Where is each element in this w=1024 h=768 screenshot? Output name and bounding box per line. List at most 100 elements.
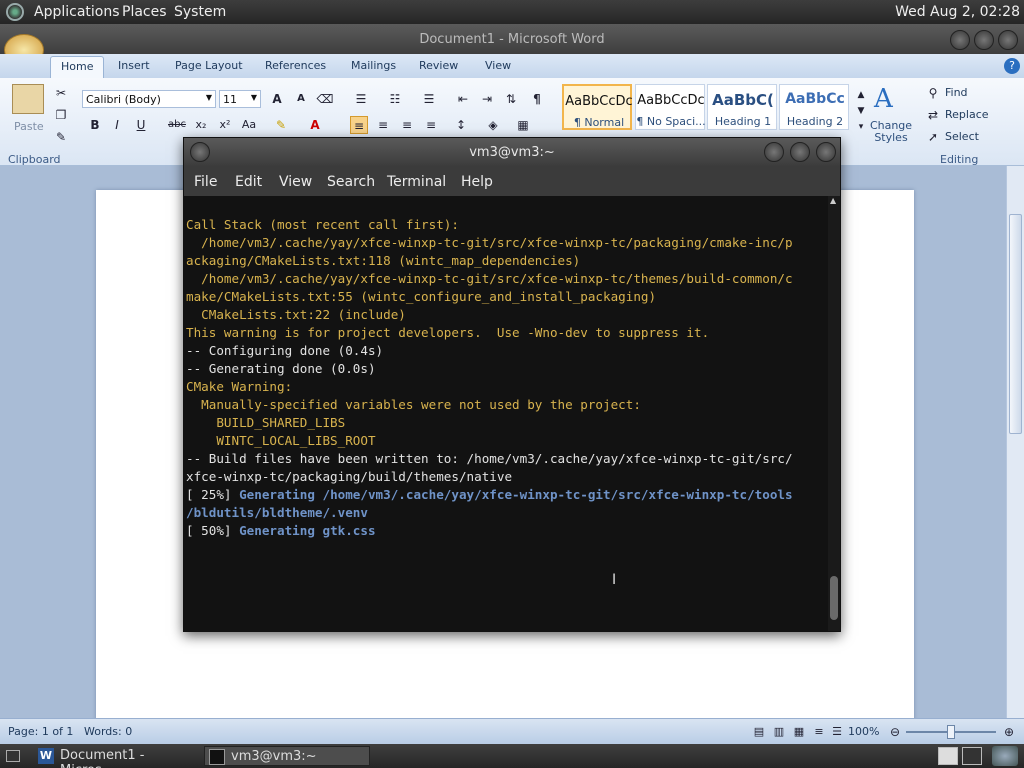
- progress-message: Generating /home/vm3/.cache/yay/xfce-win…: [239, 487, 793, 502]
- italic-icon[interactable]: I: [108, 116, 126, 134]
- tab-review[interactable]: Review: [419, 59, 458, 72]
- find-button[interactable]: Find: [945, 86, 968, 99]
- word-scroll-thumb[interactable]: [1009, 214, 1022, 434]
- format-painter-icon[interactable]: ✎: [52, 128, 70, 146]
- justify-icon[interactable]: ≡: [422, 116, 440, 134]
- superscript-icon[interactable]: x²: [216, 116, 234, 134]
- style-heading-2[interactable]: AaBbCc Heading 2: [779, 84, 849, 130]
- underline-icon[interactable]: U: [132, 116, 150, 134]
- change-styles-icon[interactable]: A: [874, 84, 893, 114]
- zoom-out-icon[interactable]: ⊖: [886, 723, 904, 741]
- tab-view[interactable]: View: [485, 59, 511, 72]
- tab-page-layout[interactable]: Page Layout: [175, 59, 243, 72]
- menu-search[interactable]: Search: [327, 174, 375, 190]
- menu-file[interactable]: File: [194, 174, 217, 190]
- tab-insert[interactable]: Insert: [118, 59, 150, 72]
- bottom-taskbar: W Document1 - Micros... vm3@vm3:~: [0, 744, 1024, 768]
- bold-icon[interactable]: B: [86, 116, 104, 134]
- terminal-scrollbar[interactable]: ▲: [828, 196, 840, 631]
- print-layout-icon[interactable]: ▤: [750, 723, 768, 741]
- word-minimize-button[interactable]: [950, 30, 970, 50]
- grow-font-icon[interactable]: A: [268, 90, 286, 108]
- shrink-font-icon[interactable]: A: [292, 90, 310, 108]
- align-right-icon[interactable]: ≡: [398, 116, 416, 134]
- zoom-in-icon[interactable]: ⊕: [1000, 723, 1018, 741]
- menu-terminal[interactable]: Terminal: [387, 174, 446, 190]
- tab-mailings[interactable]: Mailings: [351, 59, 396, 72]
- select-button[interactable]: Select: [945, 130, 979, 143]
- copy-icon[interactable]: ❐: [52, 106, 70, 124]
- zoom-slider-thumb[interactable]: [947, 725, 955, 739]
- menu-edit[interactable]: Edit: [235, 174, 262, 190]
- terminal-scroll-thumb[interactable]: [830, 576, 838, 620]
- font-color-icon[interactable]: A: [306, 116, 324, 134]
- multilevel-list-icon[interactable]: ☰: [420, 90, 438, 108]
- zoom-level[interactable]: 100%: [848, 725, 879, 738]
- pilcrow-icon[interactable]: ¶: [528, 90, 546, 108]
- word-titlebar[interactable]: Document1 - Microsoft Word: [0, 24, 1024, 54]
- change-case-icon[interactable]: Aa: [240, 116, 258, 134]
- terminal-minimize-button[interactable]: [764, 142, 784, 162]
- word-vertical-scrollbar[interactable]: [1006, 166, 1024, 718]
- draft-icon[interactable]: ☰: [828, 723, 846, 741]
- line-spacing-icon[interactable]: ↕: [452, 116, 470, 134]
- numbering-icon[interactable]: ☷: [386, 90, 404, 108]
- terminal-window: vm3@vm3:~ File Edit View Search Terminal…: [183, 137, 841, 632]
- applications-menu[interactable]: Applications: [34, 4, 120, 20]
- font-size-select[interactable]: 11 ▼: [219, 90, 261, 108]
- align-center-icon[interactable]: ≡: [374, 116, 392, 134]
- font-size-value: 11: [223, 93, 237, 106]
- paste-button[interactable]: Paste: [14, 120, 44, 133]
- change-styles-button[interactable]: Change Styles: [866, 120, 916, 144]
- full-screen-reading-icon[interactable]: ▥: [770, 723, 788, 741]
- bullets-icon[interactable]: ☰: [352, 90, 370, 108]
- workspace-1[interactable]: [938, 747, 958, 765]
- style-no-spacing[interactable]: AaBbCcDc ¶ No Spaci...: [635, 84, 706, 130]
- word-close-button[interactable]: [998, 30, 1018, 50]
- word-statusbar: Page: 1 of 1 Words: 0 ▤ ▥ ▦ ≡ ☰ 100% ⊖ ⊕: [0, 718, 1024, 744]
- taskbar-item-word[interactable]: W Document1 - Micros...: [34, 746, 202, 768]
- align-left-icon[interactable]: ≡: [350, 116, 368, 134]
- outline-icon[interactable]: ≡: [810, 723, 828, 741]
- paste-icon[interactable]: [12, 84, 44, 114]
- tab-references[interactable]: References: [265, 59, 326, 72]
- subscript-icon[interactable]: x₂: [192, 116, 210, 134]
- borders-icon[interactable]: ▦: [514, 116, 532, 134]
- cut-icon[interactable]: ✂: [52, 84, 70, 102]
- word-count[interactable]: Words: 0: [84, 725, 132, 738]
- web-layout-icon[interactable]: ▦: [790, 723, 808, 741]
- menu-help[interactable]: Help: [461, 174, 493, 190]
- style-normal[interactable]: AaBbCcDc ¶ Normal: [562, 84, 633, 130]
- tab-home[interactable]: Home: [50, 56, 105, 78]
- system-menu[interactable]: System: [174, 4, 226, 20]
- increase-indent-icon[interactable]: ⇥: [478, 90, 496, 108]
- clear-formatting-icon[interactable]: ⌫: [316, 90, 334, 108]
- terminal-line: /home/vm3/.cache/yay/xfce-winxp-tc-git/s…: [186, 235, 793, 250]
- strikethrough-icon[interactable]: abc: [168, 116, 186, 134]
- clock[interactable]: Wed Aug 2, 02:28: [895, 4, 1020, 20]
- help-icon[interactable]: ?: [1004, 58, 1020, 74]
- terminal-maximize-button[interactable]: [790, 142, 810, 162]
- terminal-output[interactable]: Call Stack (most recent call first): /ho…: [186, 216, 826, 630]
- terminal-titlebar[interactable]: vm3@vm3:~: [184, 138, 840, 166]
- taskbar-item-terminal[interactable]: vm3@vm3:~: [204, 746, 370, 766]
- replace-button[interactable]: Replace: [945, 108, 989, 121]
- style-heading-1[interactable]: AaBbC( Heading 1: [707, 84, 777, 130]
- shading-icon[interactable]: ◈: [484, 116, 502, 134]
- page-count[interactable]: Page: 1 of 1: [8, 725, 73, 738]
- gnome-logo-icon[interactable]: [6, 3, 24, 21]
- font-name-select[interactable]: Calibri (Body) ▼: [82, 90, 216, 108]
- style-sample: AaBbCcDc: [637, 93, 705, 108]
- scroll-up-icon[interactable]: ▲: [830, 196, 836, 205]
- highlight-icon[interactable]: ✎: [272, 116, 290, 134]
- terminal-close-button[interactable]: [816, 142, 836, 162]
- menu-view[interactable]: View: [279, 174, 312, 190]
- word-maximize-button[interactable]: [974, 30, 994, 50]
- sort-icon[interactable]: ⇅: [502, 90, 520, 108]
- show-desktop-icon[interactable]: [6, 750, 20, 762]
- trash-icon[interactable]: [992, 746, 1018, 766]
- workspace-2[interactable]: [962, 747, 982, 765]
- decrease-indent-icon[interactable]: ⇤: [454, 90, 472, 108]
- places-menu[interactable]: Places: [122, 4, 167, 20]
- top-panel: Applications Places System Wed Aug 2, 02…: [0, 0, 1024, 24]
